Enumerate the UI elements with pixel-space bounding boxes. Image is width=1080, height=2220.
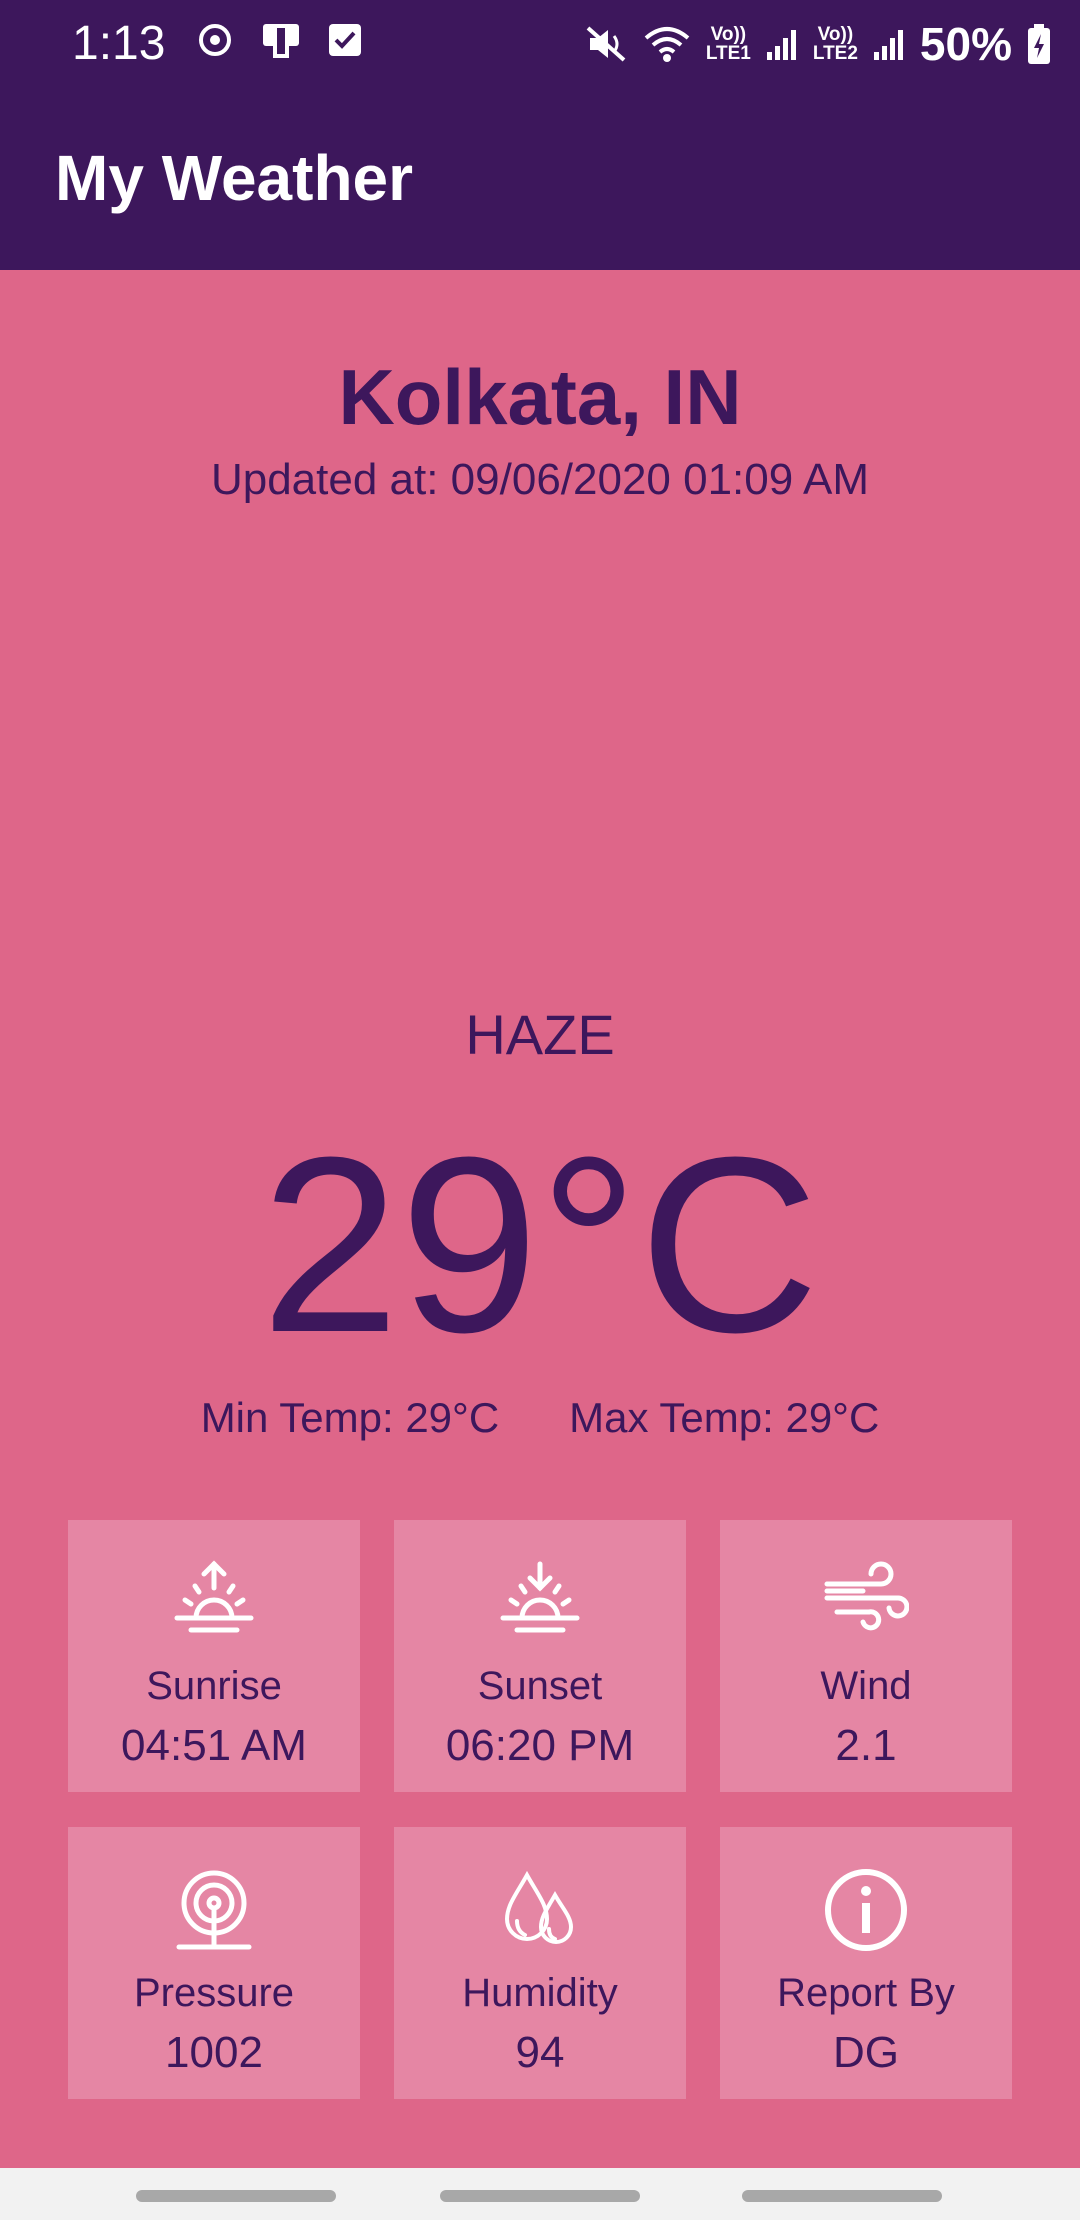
cast-icon	[263, 24, 299, 58]
tile-value: DG	[833, 2028, 899, 2077]
status-bar: 1:13 Vo)) LTE1 Vo)) LTE2 50%	[0, 0, 1080, 90]
navigation-bar	[0, 2168, 1080, 2220]
current-temperature: 29°C	[260, 1105, 820, 1384]
sunrise-icon	[174, 1560, 254, 1633]
nav-recents-button[interactable]	[136, 2190, 336, 2202]
tile-value: 94	[515, 2028, 565, 2077]
network-1-bottom: LTE1	[705, 43, 751, 64]
tile-label: Sunrise	[146, 1664, 282, 1708]
pressure-tile: Pressure 1002	[68, 1827, 360, 2099]
min-temp: Min Temp: 29°C	[200, 1394, 500, 1441]
status-system-icons: Vo)) LTE1 Vo)) LTE2 50%	[584, 14, 1052, 74]
humidity-tile: Humidity 94	[394, 1827, 686, 2099]
app-title: My Weather	[55, 142, 414, 214]
tile-value: 1002	[165, 2028, 263, 2077]
sunrise-tile: Sunrise 04:51 AM	[68, 1520, 360, 1792]
tile-label: Sunset	[477, 1664, 603, 1708]
city-name: Kolkata, IN	[338, 353, 742, 441]
pressure-icon	[176, 1870, 252, 1950]
status-notification-icons	[195, 20, 363, 60]
network-2-bottom: LTE2	[812, 43, 858, 64]
wind-icon	[824, 1561, 909, 1631]
status-time: 1:13	[72, 17, 166, 70]
tile-value: 04:51 AM	[121, 1721, 307, 1770]
tile-label: Humidity	[462, 1971, 618, 2015]
updated-time: Updated at: 09/06/2020 01:09 AM	[210, 455, 870, 504]
signal-icon	[766, 30, 796, 60]
wind-tile: Wind 2.1	[720, 1520, 1012, 1792]
app-bar: My Weather	[0, 90, 1080, 270]
tile-label: Report By	[777, 1971, 955, 2015]
battery-charging-icon	[1028, 24, 1050, 64]
network-1-top: Vo))	[710, 24, 747, 45]
report-by-tile: Report By DG	[720, 1827, 1012, 2099]
network-2-top: Vo))	[817, 24, 854, 45]
sunset-icon	[500, 1561, 580, 1633]
tile-value: 06:20 PM	[445, 1721, 635, 1770]
sync-icon	[199, 24, 231, 56]
sunset-tile: Sunset 06:20 PM	[394, 1520, 686, 1792]
nav-home-button[interactable]	[440, 2190, 640, 2202]
mute-icon	[586, 26, 626, 62]
info-icon	[825, 1869, 907, 1951]
weather-screen: 1:13 Vo)) LTE1 Vo)) LTE2 50% My Weather …	[0, 0, 1080, 2220]
tile-value: 2.1	[835, 1721, 897, 1770]
min-max-temperature: Min Temp: 29°C Max Temp: 29°C	[0, 1390, 1080, 1446]
battery-percentage: 50%	[919, 18, 1012, 70]
humidity-icon	[504, 1870, 574, 1944]
max-temp: Max Temp: 29°C	[569, 1394, 880, 1441]
nav-back-button[interactable]	[742, 2190, 942, 2202]
wifi-icon	[644, 27, 690, 62]
network-2-label: Vo)) LTE2	[813, 25, 858, 63]
network-1-label: Vo)) LTE1	[706, 25, 751, 63]
tile-label: Pressure	[133, 1971, 295, 2015]
tile-label: Wind	[820, 1664, 912, 1708]
weather-condition: HAZE	[465, 1003, 615, 1066]
checkbox-icon	[329, 24, 361, 56]
signal-icon	[873, 30, 903, 60]
